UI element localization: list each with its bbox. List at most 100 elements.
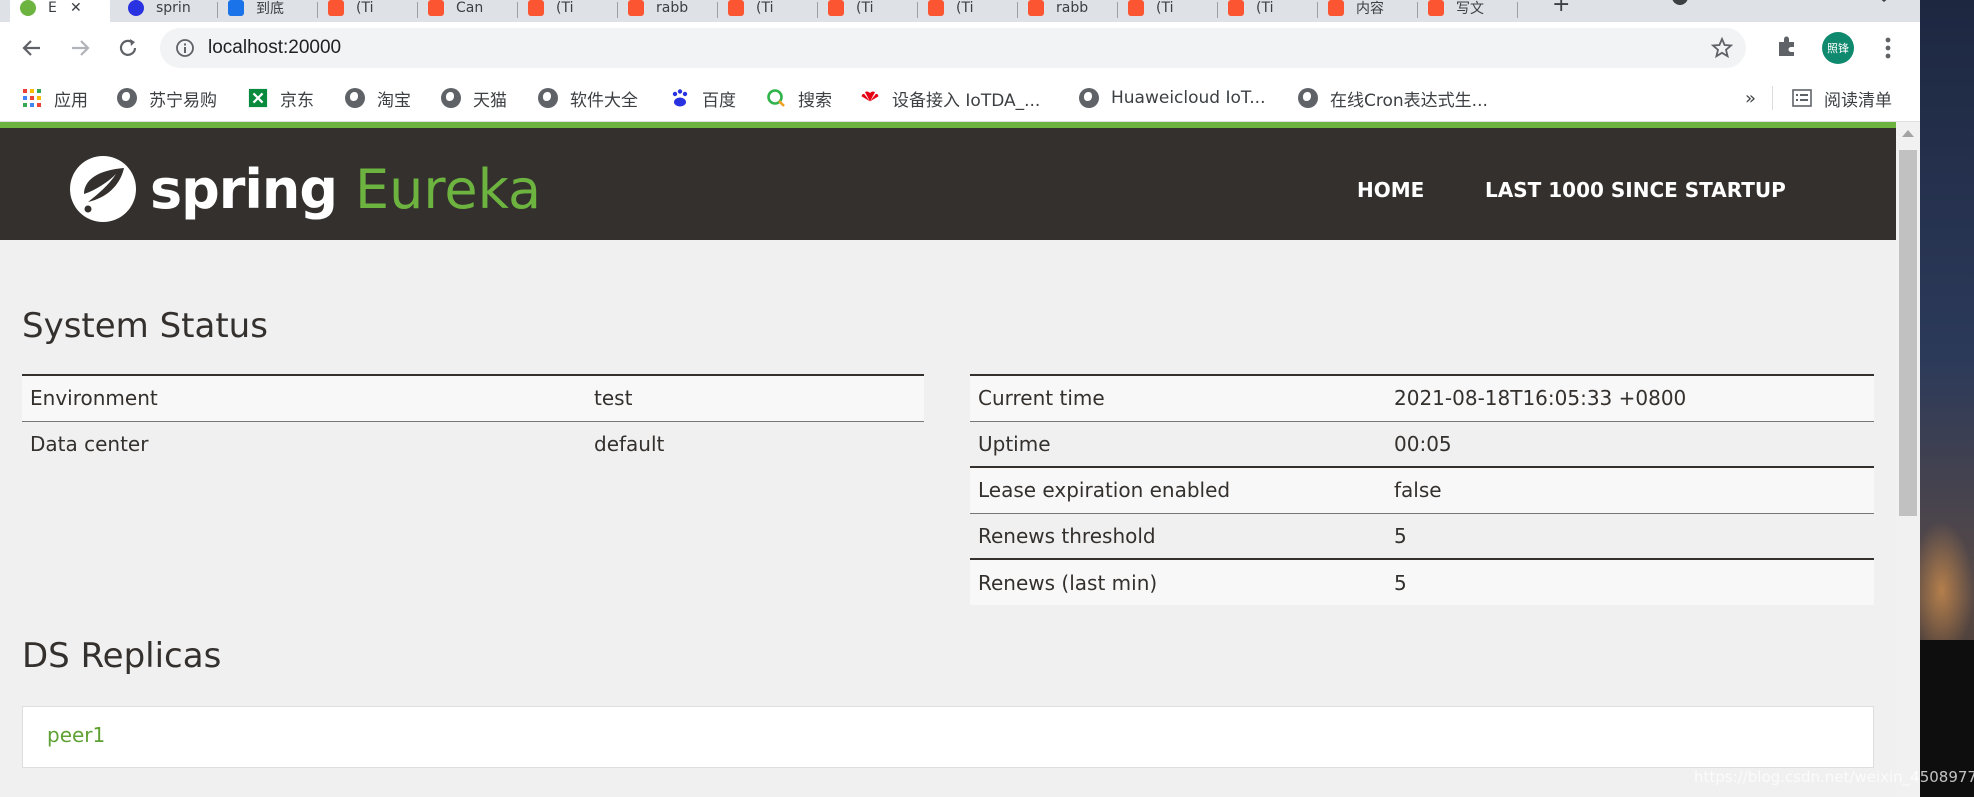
status-value: false <box>1386 466 1874 513</box>
address-bar[interactable]: localhost:20000 <box>160 28 1746 68</box>
bookmark-search[interactable]: 搜索 <box>766 86 832 111</box>
tab-9[interactable]: (Ti <box>918 0 1018 22</box>
bookmark-tmall[interactable]: 天猫 <box>441 86 507 111</box>
tab-search-icon[interactable] <box>1670 0 1690 8</box>
spring-eureka-logo[interactable]: spring Eureka <box>68 154 541 224</box>
table-row: Current time 2021-08-18T16:05:33 +0800 <box>970 374 1874 421</box>
bookmark-label: 在线Cron表达式生... <box>1330 90 1488 111</box>
ds-replicas-heading: DS Replicas <box>22 636 222 676</box>
table-row: Renews (last min) 5 <box>970 558 1874 605</box>
bookmark-cron[interactable]: 在线Cron表达式生... <box>1298 86 1488 111</box>
nav-last1000[interactable]: LAST 1000 SINCE STARTUP <box>1485 178 1786 202</box>
status-value: 2021-08-18T16:05:33 +0800 <box>1386 374 1874 421</box>
tab-title: (Ti <box>1156 0 1174 16</box>
tab-12[interactable]: (Ti <box>1218 0 1318 22</box>
csdn-c-icon <box>1228 0 1244 16</box>
baidu-paw-icon <box>670 88 690 108</box>
table-row: Environment test <box>22 374 924 421</box>
bookmark-star-icon[interactable] <box>1710 36 1734 60</box>
globe-icon <box>1079 88 1099 108</box>
bookmark-label: 苏宁易购 <box>149 90 217 111</box>
bookmark-label: 京东 <box>280 90 314 111</box>
tab-10[interactable]: rabb <box>1018 0 1118 22</box>
nav-home-link[interactable]: HOME <box>1357 178 1424 202</box>
status-label: Renews threshold <box>970 512 1386 559</box>
tab-5[interactable]: (Ti <box>518 0 618 22</box>
watermark: https://blog.csdn.net/weixin_45089779 <box>1694 768 1974 786</box>
minimize-icon[interactable] <box>1806 0 1826 8</box>
globe-icon <box>538 88 558 108</box>
status-value: default <box>586 420 924 467</box>
status-label: Renews (last min) <box>970 558 1386 605</box>
tab-title: 到底 <box>256 1 284 17</box>
bookmark-software[interactable]: 软件大全 <box>538 86 638 111</box>
globe-icon <box>117 88 137 108</box>
bookmark-label: Huaweicloud IoT... <box>1111 88 1266 108</box>
forward-button[interactable] <box>60 28 100 68</box>
bookmark-taobao[interactable]: 淘宝 <box>345 86 411 111</box>
tab-13[interactable]: 内容 <box>1318 0 1418 22</box>
arrow-left-icon <box>22 40 40 56</box>
bookmark-label: 搜索 <box>798 90 832 111</box>
tab-7[interactable]: (Ti <box>718 0 818 22</box>
desktop-glow <box>1920 520 1974 660</box>
spring-leaf-icon <box>70 156 136 222</box>
new-tab-button[interactable]: + <box>1552 0 1570 17</box>
eureka-leaf-icon <box>20 0 36 16</box>
browser-toolbar: localhost:20000 照锋 <box>0 22 1920 74</box>
close-window-icon[interactable] <box>1874 0 1894 8</box>
tab-4[interactable]: Can <box>418 0 518 22</box>
tab-title: (Ti <box>856 0 874 16</box>
bookmark-apps[interactable]: 应用 <box>22 86 88 111</box>
address-text[interactable]: localhost:20000 <box>208 37 341 59</box>
extensions-puzzle-icon[interactable] <box>1774 34 1802 62</box>
scroll-up-arrow-icon[interactable] <box>1902 130 1914 137</box>
bookmarks-overflow-button[interactable]: » <box>1745 86 1756 110</box>
profile-avatar[interactable]: 照锋 <box>1822 32 1854 64</box>
bookmark-baidu[interactable]: 百度 <box>670 86 736 111</box>
status-value: 00:05 <box>1386 420 1874 467</box>
bookmark-huaweicloud[interactable]: Huaweicloud IoT... <box>1079 86 1266 110</box>
csdn-c-icon <box>1328 0 1344 16</box>
csdn-c-icon <box>628 0 644 16</box>
tab-6[interactable]: rabb <box>618 0 718 22</box>
scrollbar-thumb[interactable] <box>1899 150 1917 516</box>
more-menu-icon[interactable] <box>1876 34 1900 62</box>
tab-8[interactable]: (Ti <box>818 0 918 22</box>
status-label: Uptime <box>970 420 1386 467</box>
globe-icon <box>1298 88 1318 108</box>
tab-2[interactable]: 到底 <box>218 0 318 22</box>
tab-title: (Ti <box>356 0 374 16</box>
replica-peer-link[interactable]: peer1 <box>47 723 105 747</box>
bookmark-suning[interactable]: 苏宁易购 <box>117 86 217 111</box>
tab-14[interactable]: 写文 <box>1418 0 1518 22</box>
tab-title: rabb <box>1056 0 1089 16</box>
bookmark-jd[interactable]: 京东 <box>248 86 314 111</box>
tab-3[interactable]: (Ti <box>318 0 418 22</box>
tab-sprin[interactable]: sprin <box>118 0 218 22</box>
tab-11[interactable]: (Ti <box>1118 0 1218 22</box>
system-status-right-table: Current time 2021-08-18T16:05:33 +0800 U… <box>970 374 1874 605</box>
table-row: Renews threshold 5 <box>970 512 1874 559</box>
nav-home[interactable]: HOME <box>1357 178 1424 202</box>
tab-title: Can <box>456 0 484 16</box>
status-value: 5 <box>1386 512 1874 559</box>
close-tab-icon[interactable]: ✕ <box>70 0 82 16</box>
bookmark-label: 设备接入 IoTDA_... <box>892 90 1041 111</box>
bookmark-iotda[interactable]: 设备接入 IoTDA_... <box>860 86 1041 111</box>
csdn-c-icon <box>828 0 844 16</box>
bookmark-label: 应用 <box>54 90 88 111</box>
csdn-c-icon <box>1128 0 1144 16</box>
status-label: Data center <box>22 420 586 467</box>
tab-eureka[interactable]: E ✕ <box>10 0 110 22</box>
table-row: Lease expiration enabled false <box>970 466 1874 513</box>
back-button[interactable] <box>12 28 52 68</box>
site-info-icon[interactable] <box>174 37 196 59</box>
tab-title: sprin <box>156 0 191 16</box>
page-scrollbar[interactable] <box>1896 122 1920 797</box>
tab-title: (Ti <box>1256 0 1274 16</box>
bookmark-label: 软件大全 <box>570 90 638 111</box>
reload-button[interactable] <box>108 28 148 68</box>
reading-list-button[interactable]: 阅读清单 <box>1792 86 1892 111</box>
nav-last1000-link[interactable]: LAST 1000 SINCE STARTUP <box>1485 178 1786 202</box>
